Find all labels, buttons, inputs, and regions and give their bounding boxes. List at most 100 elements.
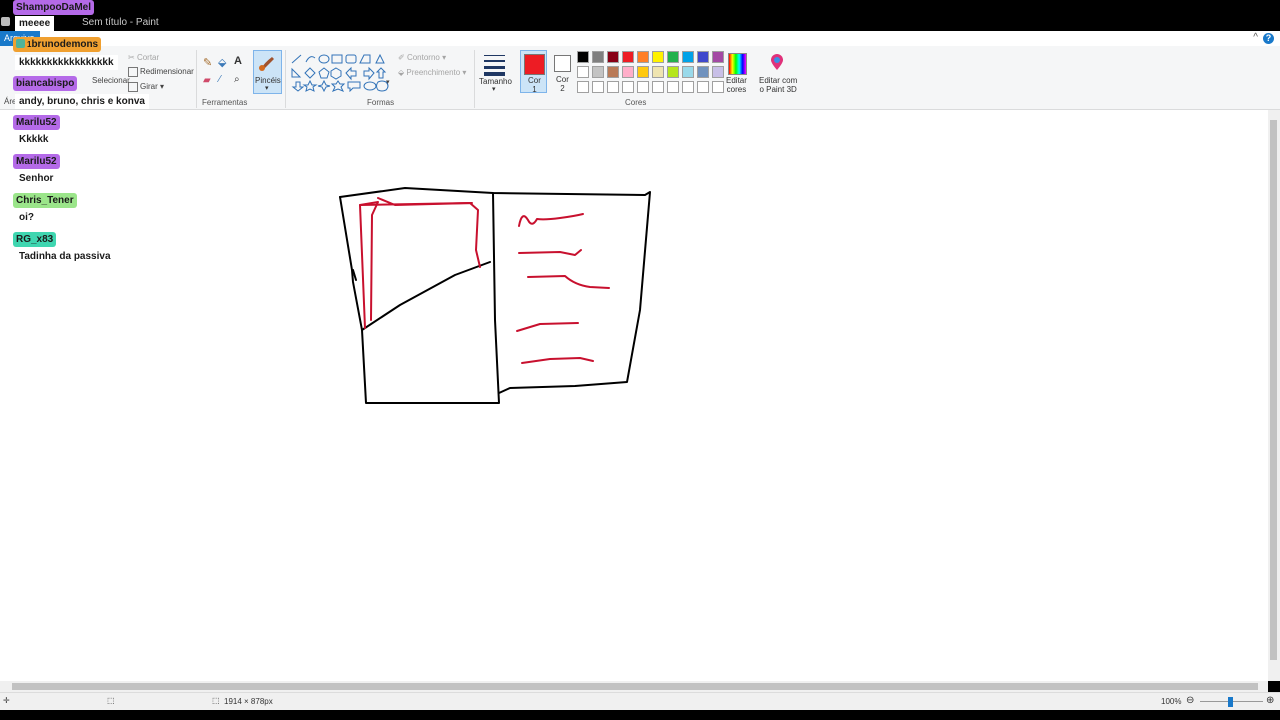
palette-swatch[interactable] xyxy=(622,51,634,63)
custom-color-slot[interactable] xyxy=(637,81,649,93)
eraser-icon[interactable]: ▰ xyxy=(203,75,211,86)
rotate-label: Girar xyxy=(140,82,158,92)
shapes-more-icon[interactable]: ▾ xyxy=(386,78,390,86)
colors-group-label: Cores xyxy=(625,98,647,107)
palette-swatch[interactable] xyxy=(652,66,664,78)
help-icon[interactable]: ? xyxy=(1263,33,1274,44)
custom-color-slot[interactable] xyxy=(697,81,709,93)
chat-username-text: Chris_Tener xyxy=(16,195,74,206)
color1-button[interactable]: Cor 1 xyxy=(520,50,547,94)
palette-swatch[interactable] xyxy=(652,51,664,63)
canvas-workspace[interactable] xyxy=(0,110,1268,681)
custom-color-slot[interactable] xyxy=(592,81,604,93)
custom-color-slot[interactable] xyxy=(667,81,679,93)
custom-color-slot[interactable] xyxy=(712,81,724,93)
custom-color-slot[interactable] xyxy=(577,81,589,93)
paint3d-icon xyxy=(770,54,784,71)
vertical-scroll-thumb[interactable] xyxy=(1270,120,1277,660)
paint3d-label: Editar com o Paint 3D xyxy=(759,76,797,94)
zoom-in-icon[interactable]: ⊕ xyxy=(1266,695,1274,706)
custom-color-slot[interactable] xyxy=(607,81,619,93)
paint-app-icon[interactable] xyxy=(1,17,10,26)
chat-username-text: brunodemons xyxy=(31,39,99,50)
horizontal-scroll-thumb[interactable] xyxy=(12,683,1258,690)
palette-swatch[interactable] xyxy=(622,66,634,78)
shapes-gallery[interactable] xyxy=(290,52,394,93)
chat-message: Tadinha da passiva xyxy=(15,249,115,264)
palette-swatch[interactable] xyxy=(592,66,604,78)
fill-button[interactable]: ⬙ Preenchimento ▾ xyxy=(398,68,466,77)
resize-button[interactable]: Redimensionar xyxy=(128,67,194,77)
chat-username-text: Marilu52 xyxy=(16,156,57,167)
status-bar: ✛ ⬚ ⬚ 1914 × 878px 100% ⊖ ⊕ xyxy=(0,692,1280,711)
horizontal-scrollbar[interactable] xyxy=(0,681,1268,692)
size-line-icon xyxy=(484,66,505,69)
paint3d-label-line2: o Paint 3D xyxy=(759,85,797,94)
rotate-button[interactable]: Girar ▾ xyxy=(128,82,164,92)
chat-username[interactable]: Chris_Tener xyxy=(13,193,77,208)
size-line-icon xyxy=(484,60,505,62)
fill-label: Preenchimento xyxy=(406,68,461,77)
separator xyxy=(196,50,197,108)
tools-group-label: Ferramentas xyxy=(202,98,248,107)
zoom-out-icon[interactable]: ⊖ xyxy=(1186,695,1194,706)
chat-username[interactable]: Marilu52 xyxy=(13,154,60,169)
magnifier-icon[interactable]: ⌕ xyxy=(234,74,240,85)
zoom-slider-thumb[interactable] xyxy=(1228,697,1233,707)
rainbow-icon xyxy=(728,53,747,75)
color2-button[interactable]: Cor 2 xyxy=(552,50,572,93)
user-badge-icon xyxy=(16,39,25,48)
shapes-group-label: Formas xyxy=(367,98,395,107)
palette-swatch[interactable] xyxy=(712,66,724,78)
taskbar-strip xyxy=(0,710,1280,720)
size-button[interactable]: Tamanho ▾ xyxy=(479,51,512,93)
color1-label-line2: 1 xyxy=(532,85,537,94)
vertical-scrollbar[interactable] xyxy=(1268,110,1280,681)
palette-swatch[interactable] xyxy=(667,66,679,78)
chat-message: Senhor xyxy=(15,171,58,186)
chat-username[interactable]: RG_x83 xyxy=(13,232,57,247)
outline-button[interactable]: ✐ Contorno ▾ xyxy=(398,53,446,62)
brush-icon xyxy=(258,54,276,72)
palette-swatch[interactable] xyxy=(577,66,589,78)
color-picker-icon[interactable]: ⁄ xyxy=(219,74,221,85)
custom-color-slot[interactable] xyxy=(652,81,664,93)
palette-swatch[interactable] xyxy=(682,66,694,78)
edit-with-paint3d-button[interactable]: Editar com o Paint 3D xyxy=(757,52,799,94)
drawing-canvas[interactable] xyxy=(0,110,1268,681)
text-tool-icon[interactable]: A xyxy=(234,55,242,67)
chat-username[interactable]: ShampooDaMel xyxy=(13,0,95,15)
pencil-icon[interactable]: ✎ xyxy=(203,56,212,69)
custom-color-slot[interactable] xyxy=(622,81,634,93)
edit-colors-button[interactable]: Editar cores xyxy=(724,52,750,94)
collapse-ribbon-icon[interactable]: ^ xyxy=(1253,32,1258,43)
palette-swatch[interactable] xyxy=(607,51,619,63)
chat-username[interactable]: Marilu52 xyxy=(13,115,60,130)
cut-button[interactable]: ✂ Cortar xyxy=(128,53,159,62)
brushes-button[interactable]: Pincéis ▾ xyxy=(253,50,282,94)
canvas-size-icon: ⬚ xyxy=(212,696,220,705)
palette-swatch[interactable] xyxy=(667,51,679,63)
palette-swatch[interactable] xyxy=(637,66,649,78)
chat-username[interactable]: 1brunodemons xyxy=(13,37,102,52)
palette-swatch[interactable] xyxy=(637,51,649,63)
palette-swatch[interactable] xyxy=(682,51,694,63)
chat-username-text: biancabispo xyxy=(16,78,75,89)
chat-username-text: RG_x83 xyxy=(16,234,54,245)
fill-bucket-icon[interactable]: ⬙ xyxy=(218,56,226,69)
palette-swatch[interactable] xyxy=(712,51,724,63)
chat-message: kkkkkkkkkkkkkkkkk xyxy=(15,55,118,70)
title-bar: Sem título - Paint xyxy=(0,0,1280,31)
custom-color-slot[interactable] xyxy=(682,81,694,93)
palette-swatch[interactable] xyxy=(697,66,709,78)
chat-message: andy, bruno, chris e konva xyxy=(15,94,149,109)
cut-label: Cortar xyxy=(136,53,160,62)
select-button[interactable]: Selecionar xyxy=(92,76,130,85)
palette-swatch[interactable] xyxy=(577,51,589,63)
color1-label: Cor 1 xyxy=(528,76,541,94)
palette-swatch[interactable] xyxy=(592,51,604,63)
size-line-icon xyxy=(484,72,505,76)
palette-swatch[interactable] xyxy=(607,66,619,78)
chat-username[interactable]: biancabispo xyxy=(13,76,78,91)
palette-swatch[interactable] xyxy=(697,51,709,63)
